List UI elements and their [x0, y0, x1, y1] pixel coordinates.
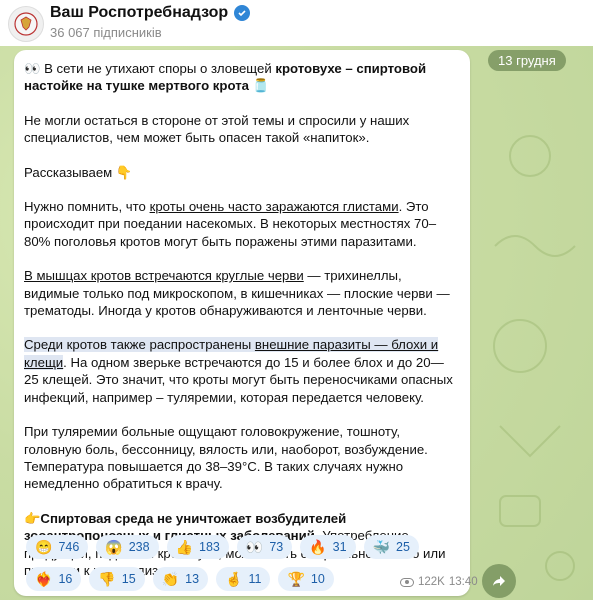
reaction-count: 73: [269, 540, 284, 554]
reaction-count: 25: [396, 540, 410, 554]
message-time: 13:40: [448, 576, 478, 588]
p4-pre: Нужно помнить, что: [24, 199, 150, 215]
view-count: 122K: [418, 576, 445, 588]
thumbs-up-emoji-icon: 👍: [175, 539, 194, 555]
channel-header[interactable]: Ваш Роспотребнадзор 36 067 підписників: [0, 0, 593, 47]
reaction-chip[interactable]: 🔥 31: [300, 535, 356, 559]
paragraph-2: Не могли остаться в стороне от этой темы…: [24, 112, 410, 146]
message-text: 👀 В сети не утихают споры о зловещей кро…: [24, 60, 454, 596]
p1-text: В сети не утихают споры о зловещей: [44, 61, 276, 76]
emblem-icon: [14, 12, 38, 36]
p3-text: Рассказываем: [24, 164, 113, 180]
whale-emoji-icon: 🐳: [372, 539, 391, 555]
reaction-chip[interactable]: 🐳 25: [363, 535, 419, 559]
share-arrow-icon: [493, 576, 505, 586]
eyes-emoji-icon: 👀: [245, 539, 264, 555]
views-eye-icon: [400, 577, 414, 587]
reaction-count: 13: [185, 572, 200, 586]
verified-badge-icon: [234, 5, 251, 21]
eyes-emoji: 👀: [24, 61, 41, 76]
fire-emoji-icon: 🔥: [309, 539, 327, 555]
reaction-chip[interactable]: 👏 13: [152, 567, 209, 591]
reaction-chip[interactable]: 😁 746: [26, 535, 89, 559]
crossed-fingers-emoji-icon: 🤞: [225, 571, 243, 587]
paragraph-7: При туляремии больные ощущают головокруж…: [24, 424, 428, 492]
reaction-chip[interactable]: 👍 183: [166, 535, 229, 559]
share-button[interactable]: [482, 564, 516, 598]
reaction-row-1: 😁 746 😱 238 👍 183 👀 73 🔥 31 🐳 25: [26, 535, 466, 559]
paragraph-6: Среди кротов также распространены внешни…: [24, 336, 454, 406]
reaction-chip[interactable]: 👎 15: [89, 567, 145, 591]
p4-link[interactable]: кроты очень часто заражаются глистами: [150, 199, 399, 214]
paragraph-3: Рассказываем 👇: [24, 164, 454, 181]
reaction-chip[interactable]: 🤞 11: [216, 567, 271, 591]
heart-on-fire-emoji-icon: ❤️‍🔥: [35, 571, 53, 587]
reaction-count: 183: [199, 540, 220, 554]
grin-emoji-icon: 😁: [35, 539, 53, 555]
pointing-right-emoji: 👉: [24, 510, 41, 526]
clap-emoji-icon: 👏: [161, 571, 180, 587]
thumbs-down-emoji-icon: 👎: [98, 571, 116, 587]
subscriber-count: 36 067 підписників: [50, 25, 162, 40]
paragraph-5: В мышцах кротов встречаются круглые черв…: [24, 267, 454, 319]
reaction-count: 16: [58, 572, 73, 586]
message-bubble[interactable]: 👀 В сети не утихают споры о зловещей кро…: [14, 50, 478, 599]
jar-emoji: 🫙: [252, 78, 270, 94]
reaction-count: 15: [121, 572, 136, 586]
reaction-chip[interactable]: 👀 73: [236, 535, 293, 559]
reaction-chip[interactable]: ❤️‍🔥 16: [26, 567, 82, 591]
pointing-down-emoji: 👇: [115, 164, 133, 180]
reaction-count: 11: [248, 572, 262, 586]
message-meta: 122K 13:40: [400, 576, 478, 588]
p6-pre: Среди кротов также распространены: [24, 337, 255, 353]
reaction-count: 10: [310, 572, 325, 586]
reaction-count: 746: [58, 540, 80, 554]
reaction-count: 238: [128, 540, 150, 554]
reactions: 😁 746 😱 238 👍 183 👀 73 🔥 31 🐳 25 ❤️‍🔥 16 👎 15 👏 1…: [26, 535, 466, 599]
p6-post: . На одном зверьке встречаются до 15 и б…: [24, 354, 453, 405]
reaction-count: 31: [332, 540, 347, 554]
p5-link[interactable]: В мышцах кротов встречаются круглые черв…: [24, 268, 304, 283]
channel-avatar[interactable]: [8, 6, 44, 42]
channel-title[interactable]: Ваш Роспотребнадзор: [50, 4, 251, 22]
paragraph-1: 👀 В сети не утихают споры о зловещей кро…: [24, 60, 454, 95]
paragraph-4: Нужно помнить, что кроты очень часто зар…: [24, 198, 454, 250]
scream-emoji-icon: 😱: [105, 539, 123, 555]
trophy-emoji-icon: 🏆: [287, 571, 305, 587]
channel-title-text: Ваш Роспотребнадзор: [50, 4, 229, 21]
date-chip: 13 грудня: [488, 50, 566, 71]
reaction-chip[interactable]: 🏆 10: [278, 567, 334, 591]
reaction-chip[interactable]: 😱 238: [96, 535, 159, 559]
